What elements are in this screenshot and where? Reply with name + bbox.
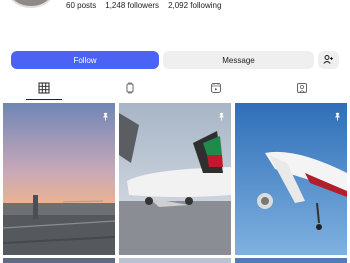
following-count[interactable]: 2,092 following bbox=[168, 1, 221, 10]
post-tile[interactable] bbox=[119, 258, 231, 263]
post-tile[interactable] bbox=[235, 103, 347, 255]
post-image bbox=[119, 103, 231, 255]
post-image bbox=[3, 103, 115, 255]
tab-grid[interactable] bbox=[37, 81, 51, 99]
pin-icon bbox=[101, 108, 110, 121]
tab-collabs[interactable] bbox=[209, 81, 223, 99]
tab-tagged[interactable] bbox=[295, 81, 309, 99]
post-tile[interactable] bbox=[235, 258, 347, 263]
post-tile[interactable] bbox=[3, 258, 115, 263]
post-grid bbox=[3, 103, 347, 263]
profile-tabs bbox=[0, 80, 350, 102]
reels-icon bbox=[124, 81, 136, 99]
grid-icon bbox=[38, 81, 50, 99]
post-tile[interactable] bbox=[119, 103, 231, 255]
avatar[interactable] bbox=[8, 0, 54, 8]
pin-icon bbox=[217, 108, 226, 121]
post-image bbox=[235, 103, 347, 255]
collabs-icon bbox=[210, 81, 222, 99]
pin-icon bbox=[333, 108, 342, 121]
posts-count[interactable]: 60 posts bbox=[66, 1, 96, 10]
post-tile[interactable] bbox=[3, 103, 115, 255]
tagged-icon bbox=[296, 81, 308, 99]
follow-button[interactable]: Follow bbox=[11, 51, 159, 69]
selected-tab-indicator bbox=[26, 99, 62, 100]
tab-reels[interactable] bbox=[123, 81, 137, 99]
person-plus-icon bbox=[323, 54, 334, 66]
profile-stats: 60 posts 1,248 followers 2,092 following bbox=[66, 1, 221, 10]
followers-count[interactable]: 1,248 followers bbox=[105, 1, 159, 10]
message-button[interactable]: Message bbox=[163, 51, 314, 69]
suggest-accounts-button[interactable] bbox=[318, 51, 339, 69]
